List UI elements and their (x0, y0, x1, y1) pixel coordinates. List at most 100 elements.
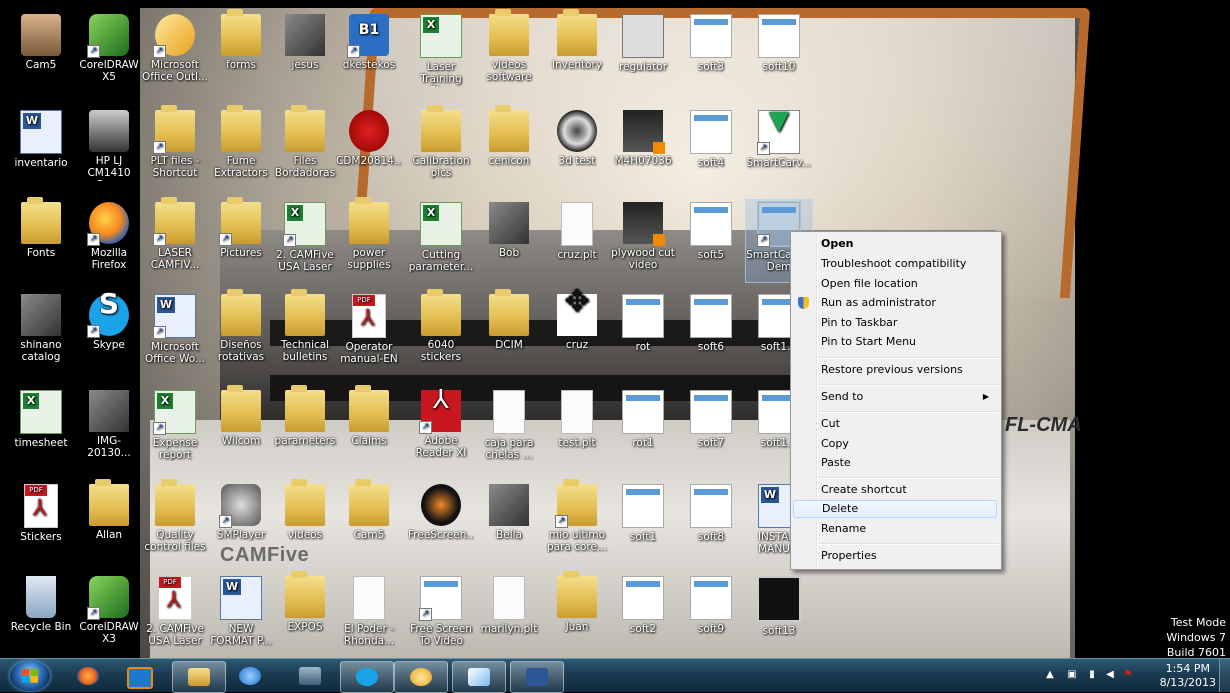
desktop-icon[interactable]: soft5 (678, 200, 744, 282)
desktop-icon[interactable]: DCIM (476, 289, 542, 374)
menu-item-copy[interactable]: Copy (793, 435, 997, 453)
desktop-icon[interactable]: soft9 (678, 574, 744, 656)
desktop-icon[interactable]: Fonts (8, 197, 74, 282)
desktop-icon[interactable]: soft13 (746, 574, 812, 656)
desktop-icon[interactable]: FreeScreen... (408, 482, 474, 564)
desktop-icon[interactable]: CDM20814... (336, 108, 402, 190)
desktop-icon[interactable]: Mozilla Firefox (76, 200, 142, 282)
desktop-icon[interactable]: inventario (8, 108, 74, 190)
desktop-icon[interactable]: plywood cut video (610, 200, 676, 282)
desktop-icon[interactable]: soft6 (678, 292, 744, 374)
taskbar-word[interactable] (510, 661, 564, 693)
menu-item-paste[interactable]: Paste (793, 454, 997, 472)
menu-item-send-to[interactable]: Send to ▶ (793, 388, 997, 406)
taskbar-clock[interactable]: 1:54 PM 8/13/2013 (1160, 662, 1216, 690)
desktop-icon[interactable]: Fume Extractors (208, 105, 274, 190)
desktop-icon[interactable]: dkestekos (336, 12, 402, 94)
desktop-icon[interactable]: soft8 (678, 482, 744, 564)
desktop-icon[interactable]: 3d test (544, 108, 610, 190)
desktop-icon[interactable]: Cam5 (336, 479, 402, 564)
desktop-icon[interactable]: Technical bulletins (272, 289, 338, 374)
taskbar-internet-explorer[interactable] (224, 661, 276, 691)
desktop-icon[interactable]: soft2 (610, 574, 676, 656)
desktop-icon[interactable]: SmartCarv... (746, 108, 812, 190)
desktop-icon[interactable]: Inventory (544, 9, 610, 94)
taskbar-media-player[interactable] (112, 661, 164, 691)
desktop-icon[interactable]: Cutting parameter... (408, 200, 474, 282)
desktop-icon[interactable]: soft7 (678, 388, 744, 470)
menu-item-rename[interactable]: Rename (793, 520, 997, 538)
desktop-icon[interactable]: rot1 (610, 388, 676, 470)
menu-item-restore-versions[interactable]: Restore previous versions (793, 361, 997, 379)
menu-item-open[interactable]: Open (793, 235, 997, 253)
desktop-icon[interactable]: PLT files - Shortcut (142, 105, 208, 190)
desktop-icon[interactable]: Adobe Reader XI (408, 388, 474, 470)
menu-item-open-file-location[interactable]: Open file location (793, 275, 997, 293)
menu-item-pin-start[interactable]: Pin to Start Menu (793, 333, 997, 351)
menu-item-create-shortcut[interactable]: Create shortcut (793, 481, 997, 499)
menu-item-run-as-admin[interactable]: Run as administrator (793, 294, 997, 312)
desktop-icon[interactable]: parameters (272, 385, 338, 470)
desktop-icon[interactable]: shinano catalog (8, 292, 74, 374)
taskbar-paint[interactable] (452, 661, 506, 693)
desktop-icon[interactable]: 2. CAMFive USA Laser ... (142, 574, 208, 656)
desktop-icon[interactable]: Diseños rotativas (208, 289, 274, 374)
desktop-icon[interactable]: cenicon (476, 105, 542, 190)
desktop-icon[interactable]: NEW FORMAT P... (208, 574, 274, 656)
desktop-icon[interactable]: SMPlayer (208, 482, 274, 564)
taskbar-outlook[interactable] (394, 661, 448, 693)
desktop-icon[interactable]: forms (208, 9, 274, 94)
desktop-icon[interactable]: Bella (476, 482, 542, 564)
desktop-icon[interactable]: CorelDRAW X3 (76, 574, 142, 656)
desktop-icon[interactable]: Pictures (208, 197, 274, 282)
menu-item-pin-taskbar[interactable]: Pin to Taskbar (793, 314, 997, 332)
taskbar-firefox[interactable] (62, 661, 114, 691)
show-desktop-button[interactable] (1219, 659, 1230, 692)
desktop-icon[interactable]: cruz (544, 292, 610, 374)
menu-item-troubleshoot[interactable]: Troubleshoot compatibility (793, 255, 997, 273)
desktop-icon[interactable]: Laser Training Plan (408, 12, 474, 94)
desktop-icon[interactable]: Juan (544, 571, 610, 656)
desktop-icon[interactable]: videos software (476, 9, 542, 94)
desktop-icon[interactable]: Microsoft Office Outl... (142, 12, 208, 94)
desktop-icon[interactable]: cruz.plt (544, 200, 610, 282)
desktop-icon[interactable]: Files Bordadoras (272, 105, 338, 190)
desktop-icon[interactable]: soft3 (678, 12, 744, 94)
volume-icon[interactable]: ◀ (1104, 669, 1116, 681)
desktop-icon[interactable]: Operator manual-EN (336, 292, 402, 374)
action-center-icon[interactable]: ⚑ (1122, 669, 1134, 681)
desktop-icon[interactable]: soft10 (746, 12, 812, 94)
desktop-icon[interactable]: regulator (610, 12, 676, 94)
desktop-icon[interactable]: 6040 stickers (408, 289, 474, 374)
desktop-icon[interactable]: marilyn.plt (476, 574, 542, 656)
desktop-icon[interactable]: mio ultimo para core... (544, 479, 610, 564)
desktop-icon[interactable]: 2. CAMFive USA Laser ... (272, 200, 338, 282)
desktop-icon[interactable]: El Poder - Rhonda... (336, 574, 402, 656)
desktop-icon[interactable]: HP LJ CM1410 Scan (76, 108, 142, 190)
desktop-icon[interactable]: Wilcom (208, 385, 274, 470)
desktop-icon[interactable]: rot (610, 292, 676, 374)
desktop-icon[interactable]: test.plt (544, 388, 610, 470)
desktop-icon[interactable]: Quality control files (142, 479, 208, 564)
desktop-icon[interactable]: EXPOS (272, 571, 338, 656)
desktop-icon[interactable]: soft1 (610, 482, 676, 564)
start-button[interactable] (10, 661, 50, 691)
desktop-icon[interactable]: Claims (336, 385, 402, 470)
taskbar-network[interactable] (284, 661, 336, 691)
menu-item-properties[interactable]: Properties (793, 547, 997, 565)
desktop-icon[interactable]: soft4 (678, 108, 744, 190)
taskbar-skype[interactable] (340, 661, 394, 693)
desktop-icon[interactable]: Expense report (142, 388, 208, 470)
desktop-icon[interactable]: CorelDRAW X5 (76, 12, 142, 94)
signal-icon[interactable]: ▮ (1086, 669, 1098, 681)
desktop-icon[interactable]: jesus (272, 12, 338, 94)
desktop-icon[interactable]: Cam5 (8, 12, 74, 94)
desktop-icon[interactable]: Skype (76, 292, 142, 374)
desktop-icon[interactable]: Recycle Bin (8, 574, 74, 656)
desktop-icon[interactable]: caja para chelas ... (476, 388, 542, 470)
desktop-icon[interactable]: M4H07036 (610, 108, 676, 190)
desktop-icon[interactable]: timesheet (8, 388, 74, 470)
show-hidden-icons-icon[interactable]: ▲ (1044, 669, 1056, 681)
desktop-icon[interactable]: Calibration pics (408, 105, 474, 190)
desktop-icon[interactable]: Allan (76, 479, 142, 564)
